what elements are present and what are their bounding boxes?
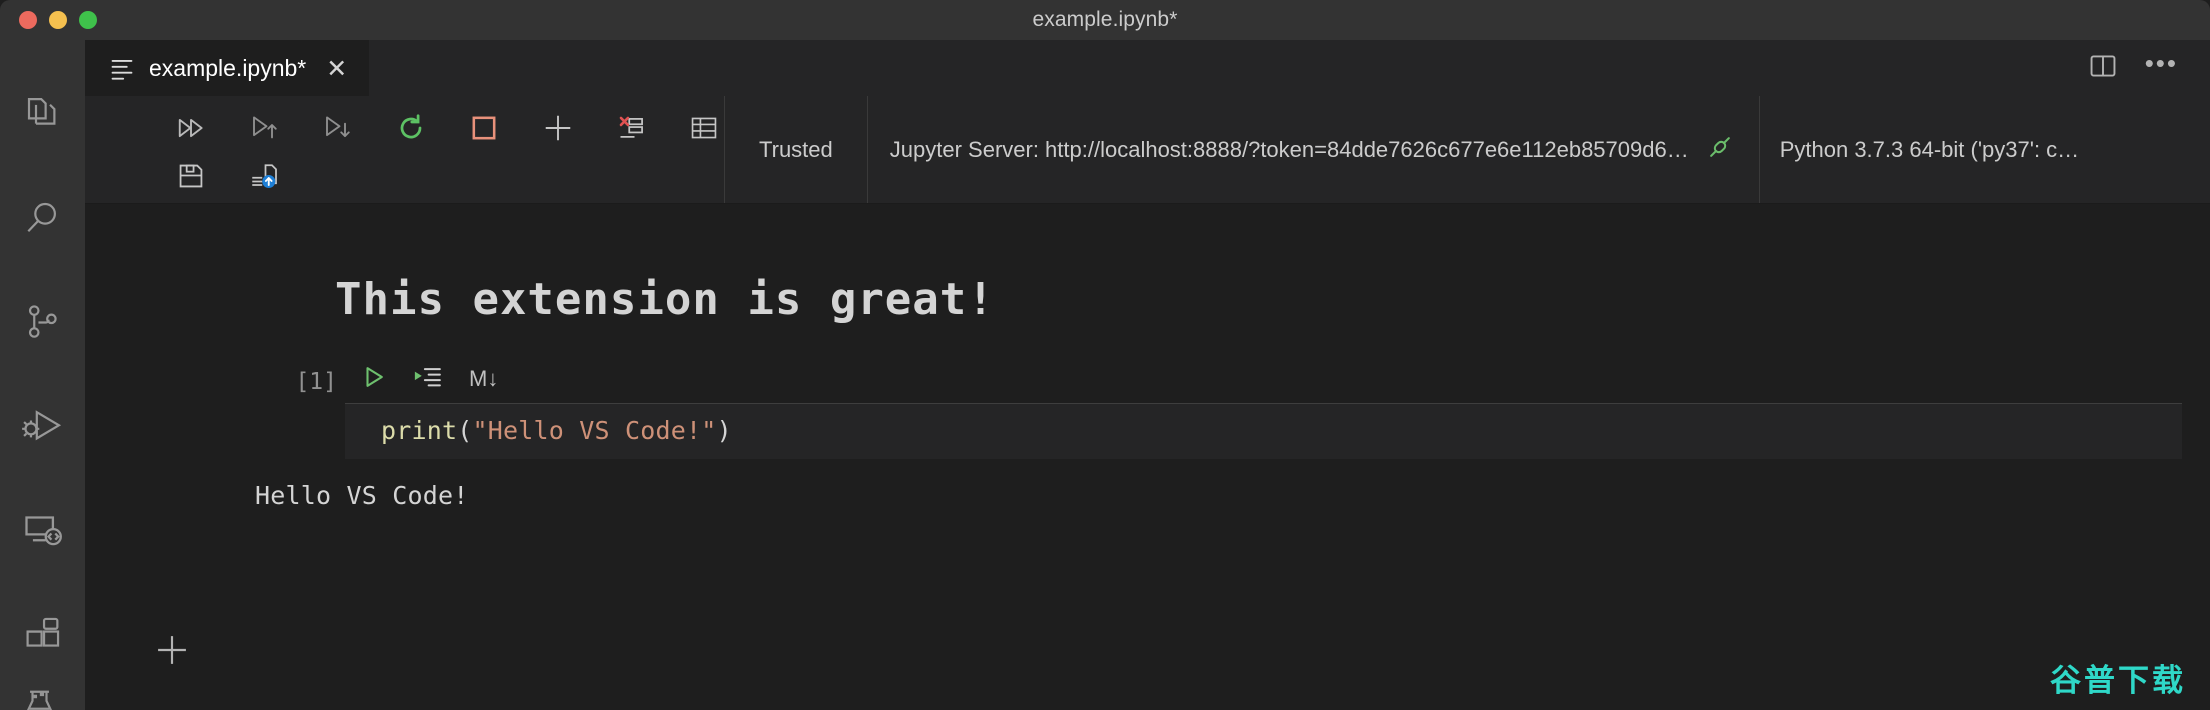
plus-icon xyxy=(543,113,573,148)
restart-icon xyxy=(396,113,426,148)
maximize-window-button[interactable] xyxy=(79,11,97,29)
cell-output: Hello VS Code! xyxy=(255,481,469,510)
notebook-icon xyxy=(109,55,135,81)
close-icon[interactable]: ✕ xyxy=(326,56,347,81)
cell-toolbar: M↓ xyxy=(345,355,2210,403)
more-actions-icon[interactable]: ••• xyxy=(2145,50,2178,76)
sidebar-item-extensions[interactable] xyxy=(0,582,85,686)
clear-outputs-button[interactable] xyxy=(611,110,650,150)
tab-strip: example.ipynb* ✕ ••• xyxy=(85,40,2210,96)
restart-kernel-button[interactable] xyxy=(391,110,430,150)
sidebar-item-explorer[interactable] xyxy=(0,62,85,166)
run-above-button[interactable] xyxy=(244,110,283,150)
save-icon xyxy=(177,162,205,195)
notebook-toolbar-row-2 xyxy=(171,154,724,202)
save-button[interactable] xyxy=(171,158,211,198)
run-by-line-icon xyxy=(413,367,443,393)
run-debug-icon xyxy=(20,403,66,449)
run-below-icon xyxy=(322,114,352,147)
add-cell-bottom-button[interactable] xyxy=(155,633,189,672)
kernel-label: Python 3.7.3 64-bit ('py37': c… xyxy=(1779,136,2080,162)
sidebar-item-run-and-debug[interactable] xyxy=(0,374,85,478)
notebook-toolbar: Trusted Jupyter Server: http://localhost… xyxy=(85,96,2210,204)
plus-icon xyxy=(155,636,189,671)
export-button[interactable] xyxy=(245,158,285,198)
code-cell: [1] M↓ print("Hello VS Code!") xyxy=(85,355,2210,459)
tab-example-ipynb[interactable]: example.ipynb* ✕ xyxy=(85,40,371,96)
markdown-cell[interactable]: This extension is great! xyxy=(85,248,2210,355)
trusted-badge[interactable]: Trusted xyxy=(725,96,867,203)
watermark: 谷普下载 xyxy=(2050,663,2186,699)
remote-explorer-icon xyxy=(21,508,65,552)
interrupt-kernel-button[interactable] xyxy=(465,110,504,150)
variables-table-icon xyxy=(690,115,718,146)
notebook-toolbar-row-1 xyxy=(171,106,724,154)
beaker-icon xyxy=(22,689,64,710)
sidebar-item-remote-explorer[interactable] xyxy=(0,478,85,582)
execution-count: [1] xyxy=(295,369,337,395)
code-token-string: "Hello VS Code!" xyxy=(472,416,717,445)
change-cell-to-markdown-button[interactable]: M↓ xyxy=(469,366,498,392)
minimize-window-button[interactable] xyxy=(49,11,67,29)
editor-actions: ••• xyxy=(2089,40,2210,96)
window-controls xyxy=(0,11,97,29)
jupyter-server-label: Jupyter Server: http://localhost:8888/?t… xyxy=(889,136,1689,162)
run-cell-button[interactable] xyxy=(361,364,387,395)
add-cell-button[interactable] xyxy=(538,110,577,150)
export-icon xyxy=(250,162,280,195)
code-token-function: print xyxy=(381,416,458,445)
tab-label: example.ipynb* xyxy=(149,54,307,81)
window-body: example.ipynb* ✕ ••• Trusted Jupyter Ser… xyxy=(0,40,2210,710)
code-token-open-paren: ( xyxy=(457,416,473,445)
notebook-status-area: Trusted Jupyter Server: http://localhost… xyxy=(725,96,2099,203)
run-by-line-button[interactable] xyxy=(413,365,443,394)
run-all-icon xyxy=(176,115,206,146)
sidebar-item-testing[interactable] xyxy=(0,689,85,710)
code-token-close-paren: ) xyxy=(716,416,732,445)
split-editor-icon[interactable] xyxy=(2089,52,2117,85)
notebook-canvas: This extension is great! [1] M↓ print("H… xyxy=(85,204,2210,710)
variables-button[interactable] xyxy=(685,110,724,150)
notebook-toolbar-buttons xyxy=(85,96,725,203)
kernel-selector[interactable]: Python 3.7.3 64-bit ('py37': c… xyxy=(1760,96,2099,203)
extensions-icon xyxy=(22,613,64,655)
run-below-button[interactable] xyxy=(318,110,357,150)
clear-outputs-icon xyxy=(617,115,645,146)
sidebar-item-source-control[interactable] xyxy=(0,270,85,374)
connected-plug-icon xyxy=(1707,134,1733,165)
close-window-button[interactable] xyxy=(19,11,37,29)
jupyter-server-selector[interactable]: Jupyter Server: http://localhost:8888/?t… xyxy=(866,96,1760,203)
activity-bar xyxy=(0,40,85,710)
play-icon xyxy=(361,366,387,394)
source-control-icon xyxy=(22,301,64,343)
sidebar-item-search[interactable] xyxy=(0,166,85,270)
title-bar: example.ipynb* xyxy=(0,0,2210,40)
search-icon xyxy=(22,197,64,239)
vscode-window: example.ipynb* example.ipynb* ✕ ••• Trus… xyxy=(0,0,2210,710)
code-line: print("Hello VS Code!") xyxy=(345,416,2182,445)
run-all-button[interactable] xyxy=(171,110,210,150)
code-cell-main: M↓ print("Hello VS Code!") xyxy=(345,355,2210,459)
code-editor[interactable]: print("Hello VS Code!") xyxy=(345,403,2182,459)
editor-area: example.ipynb* ✕ ••• Trusted Jupyter Ser… xyxy=(85,40,2210,710)
files-icon xyxy=(22,93,64,135)
window-title: example.ipynb* xyxy=(1032,8,1178,31)
interrupt-icon xyxy=(470,114,498,147)
run-above-icon xyxy=(249,114,279,147)
